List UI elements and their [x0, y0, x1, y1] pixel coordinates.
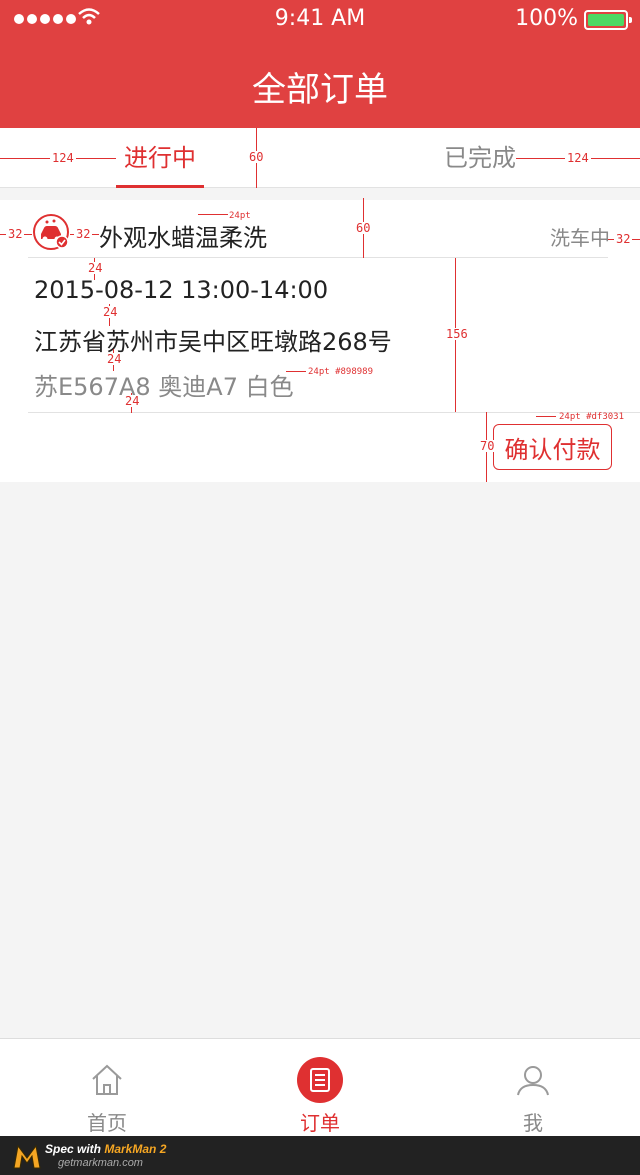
- spec-label: 24: [105, 352, 124, 366]
- spec-label: 124: [50, 151, 76, 165]
- spec-label: 60: [247, 150, 266, 164]
- tabbar-label-me: 我: [523, 1111, 543, 1135]
- service-name: 外观水蜡温柔洗: [99, 224, 267, 252]
- order-car-info: 苏E567A8 奥迪A7 白色: [34, 373, 294, 401]
- tabbar-item-orders[interactable]: 订单: [240, 1039, 400, 1137]
- footer-prefix: Spec with: [45, 1142, 105, 1156]
- spec-label: 32: [614, 232, 633, 246]
- car-wash-icon: [33, 214, 69, 250]
- spec-label: 60: [354, 221, 373, 235]
- order-status: 洗车中: [550, 226, 610, 250]
- page-title: 全部订单: [252, 70, 388, 110]
- order-datetime: 2015-08-12 13:00-14:00: [34, 276, 329, 304]
- tabbar-item-home[interactable]: 首页: [27, 1039, 187, 1137]
- spec-label: 24pt: [229, 211, 251, 221]
- bottom-tab-bar: 首页 订单 我: [0, 1038, 640, 1136]
- tab-in-progress[interactable]: 进行中: [116, 128, 204, 188]
- spec-label: 24pt #898989: [308, 367, 374, 377]
- app-header: 9:41 AM 100% 全部订单: [0, 0, 640, 128]
- footer-brand: MarkMan 2: [104, 1142, 167, 1156]
- spec-label: 24: [123, 394, 142, 408]
- spec-label: 156: [444, 327, 470, 341]
- spec-label: 70: [478, 439, 497, 453]
- home-icon: [92, 1064, 122, 1095]
- orders-icon: [297, 1057, 343, 1103]
- order-card[interactable]: 外观水蜡温柔洗 洗车中 2015-08-12 13:00-14:00 江苏省苏州…: [0, 200, 640, 482]
- markman-logo-icon: [13, 1144, 41, 1169]
- spec-label: 124: [565, 151, 591, 165]
- confirm-payment-button[interactable]: 确认付款: [493, 424, 612, 470]
- footer-site: getmarkman.com: [58, 1157, 143, 1169]
- spec-label: 24: [86, 261, 105, 275]
- spec-label: 24pt #df3031: [559, 412, 625, 422]
- tab-completed[interactable]: 已完成: [436, 128, 524, 188]
- spec-label: 32: [74, 227, 93, 241]
- markman-footer: Spec with MarkMan 2 getmarkman.com: [0, 1136, 640, 1175]
- spec-line: [536, 416, 556, 417]
- divider: [28, 412, 640, 413]
- footer-tagline: Spec with MarkMan 2: [45, 1142, 166, 1156]
- spec-line: [198, 214, 228, 215]
- tabbar-item-me[interactable]: 我: [453, 1039, 613, 1137]
- battery-icon: [584, 10, 632, 30]
- spec-label: 32: [6, 227, 25, 241]
- spec-line: [286, 371, 306, 372]
- profile-icon: [517, 1066, 549, 1096]
- tabbar-label-orders: 订单: [300, 1111, 340, 1135]
- divider: [28, 257, 608, 258]
- spec-label: 24: [101, 305, 120, 319]
- status-bar: 9:41 AM 100%: [0, 0, 640, 40]
- order-card-header: 外观水蜡温柔洗 洗车中: [0, 200, 640, 258]
- order-address: 江苏省苏州市吴中区旺墩路268号: [34, 328, 392, 356]
- tabbar-label-home: 首页: [87, 1111, 127, 1135]
- battery-percent: 100%: [515, 6, 578, 31]
